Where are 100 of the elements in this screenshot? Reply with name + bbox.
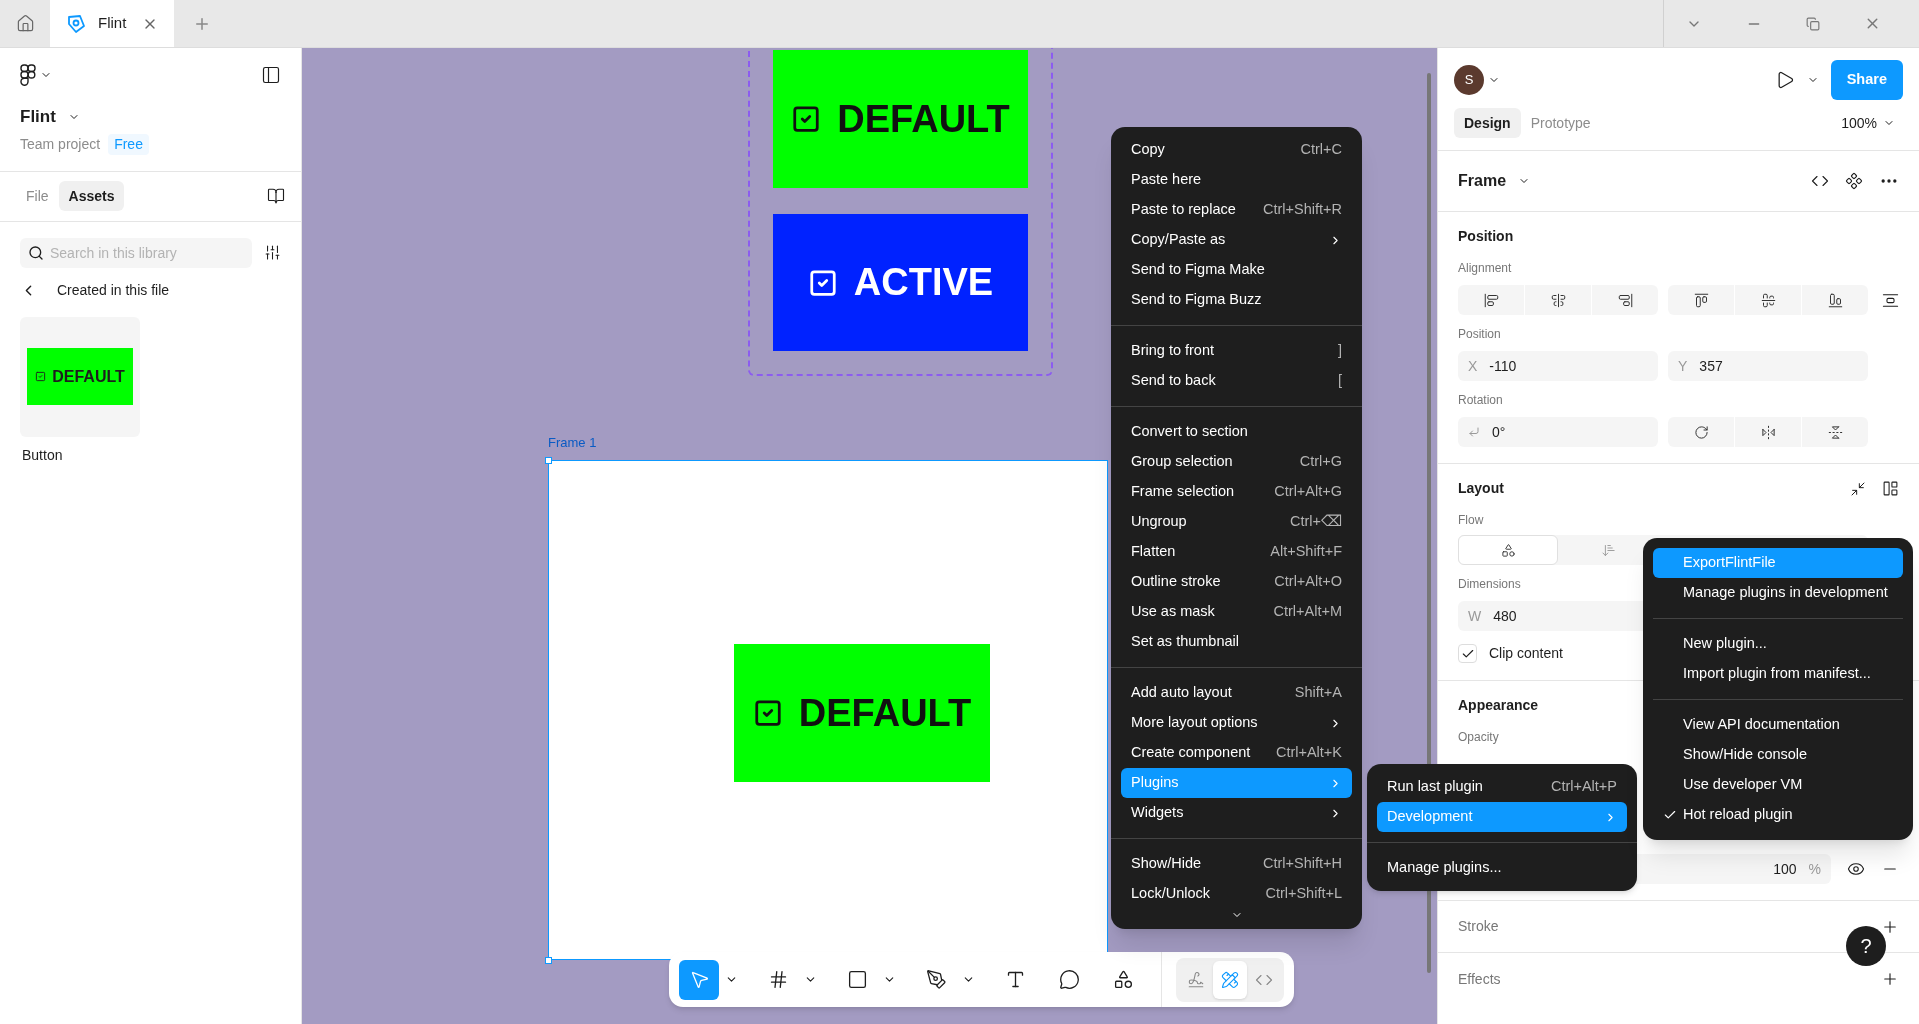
menu-item-label: Manage plugins in development xyxy=(1683,583,1888,603)
panel-tab[interactable]: File xyxy=(16,181,59,211)
menu-item[interactable]: Outline stroke Ctrl+Alt+O xyxy=(1121,567,1352,597)
button-label: DEFAULT xyxy=(798,690,972,736)
menu-item-label: Run last plugin xyxy=(1387,777,1483,797)
button-label: DEFAULT xyxy=(837,96,1010,142)
menu-item-label: ExportFlintFile xyxy=(1683,553,1776,573)
menu-item-label: Frame selection xyxy=(1131,482,1235,502)
menu-item[interactable]: Widgets xyxy=(1121,798,1352,828)
menu-item[interactable]: Frame selection Ctrl+Alt+G xyxy=(1121,477,1352,507)
menu-item[interactable]: Group selection Ctrl+G xyxy=(1121,447,1352,477)
menu-item[interactable]: Copy Ctrl+C xyxy=(1121,135,1352,165)
axis-label: W xyxy=(1468,606,1482,626)
y-field[interactable]: Y 357 xyxy=(1668,351,1868,381)
axis-label: Y xyxy=(1678,356,1688,376)
menu-item[interactable]: More layout options xyxy=(1121,708,1352,738)
menu-item-label: More layout options xyxy=(1131,713,1258,733)
rotation-field[interactable]: 0° xyxy=(1458,417,1658,447)
menu-item-label: Lock/Unlock xyxy=(1131,884,1210,904)
field-value: 100 xyxy=(1773,859,1797,879)
menu-item[interactable]: Convert to section xyxy=(1121,417,1352,447)
menu-item[interactable]: Add auto layout Shift+A xyxy=(1121,678,1352,708)
menu-item-label: Set as thumbnail xyxy=(1131,632,1239,652)
menu-item[interactable]: Use as mask Ctrl+Alt+M xyxy=(1121,597,1352,627)
field-label: Rotation xyxy=(1458,392,1503,409)
menu-item[interactable]: Bring to front ] xyxy=(1121,336,1352,366)
field-value: 357 xyxy=(1699,356,1723,376)
menu-item[interactable]: Copy/Paste as xyxy=(1121,225,1352,255)
search-field[interactable]: Search in this library xyxy=(20,237,252,268)
shortcut-text: Alt+Shift+F xyxy=(1270,542,1342,562)
menu-item-label: View API documentation xyxy=(1683,715,1840,735)
menu-item[interactable]: Run last plugin Ctrl+Alt+P xyxy=(1377,772,1627,802)
project-name[interactable]: Flint xyxy=(20,104,56,130)
avatar[interactable]: S xyxy=(1454,65,1484,95)
shortcut-text: Ctrl+G xyxy=(1299,452,1342,472)
axis-label: X xyxy=(1468,356,1478,376)
menu-item[interactable]: Show/Hide Ctrl+Shift+H xyxy=(1121,849,1352,879)
menu-item-label: Bring to front xyxy=(1131,341,1214,361)
menu-item-label: Hot reload plugin xyxy=(1683,805,1793,825)
section-title: Appearance xyxy=(1458,696,1539,715)
preview-label: DEFAULT xyxy=(52,366,125,387)
menu-item[interactable]: Send to Figma Make xyxy=(1121,255,1352,285)
selection-title[interactable]: Frame xyxy=(1458,169,1507,193)
shortcut-text: ] xyxy=(1337,341,1342,361)
shortcut-text: Ctrl+Shift+R xyxy=(1263,200,1342,220)
menu-item-label: Use as mask xyxy=(1131,602,1215,622)
unit-label: % xyxy=(1808,859,1821,879)
shortcut-text: Ctrl+Alt+K xyxy=(1275,743,1342,763)
shortcut-text: Ctrl+Alt+P xyxy=(1550,777,1617,797)
menu-item[interactable]: View API documentation xyxy=(1653,710,1903,740)
breadcrumb: Created in this file xyxy=(57,280,170,300)
menu-item-label: Development xyxy=(1387,807,1473,827)
shortcut-text: Ctrl+⌫ xyxy=(1289,512,1342,532)
menu-item[interactable]: Flatten Alt+Shift+F xyxy=(1121,537,1352,567)
menu-item-label: Widgets xyxy=(1131,803,1184,823)
menu-item[interactable]: Send to back [ xyxy=(1121,366,1352,396)
field-label: Opacity xyxy=(1458,729,1499,746)
menu-item[interactable]: New plugin... xyxy=(1653,629,1903,659)
menu-item[interactable]: Create component Ctrl+Alt+K xyxy=(1121,738,1352,768)
menu-item-label: Paste to replace xyxy=(1131,200,1236,220)
panel-tab[interactable]: Design xyxy=(1454,108,1521,138)
menu-item-label: Import plugin from manifest... xyxy=(1683,664,1871,684)
menu-item[interactable]: Set as thumbnail xyxy=(1121,627,1352,657)
x-field[interactable]: X -110 xyxy=(1458,351,1658,381)
shortcut-text: [ xyxy=(1337,371,1342,391)
menu-item-label: Paste here xyxy=(1131,170,1202,190)
document-tab[interactable]: Flint xyxy=(50,0,174,47)
menu-item[interactable]: Paste to replace Ctrl+Shift+R xyxy=(1121,195,1352,225)
menu-item[interactable]: Show/Hide console xyxy=(1653,740,1903,770)
frame-label: Frame 1 xyxy=(548,434,597,452)
menu-item[interactable]: Send to Figma Buzz xyxy=(1121,285,1352,315)
field-value: 480 xyxy=(1493,606,1517,626)
menu-item[interactable]: Hot reload plugin xyxy=(1653,800,1903,830)
menu-item-label: Outline stroke xyxy=(1131,572,1221,592)
asset-thumbnail[interactable]: DEFAULT xyxy=(20,316,140,437)
section-title: Stroke xyxy=(1458,917,1499,936)
menu-item[interactable]: Use developer VM xyxy=(1653,770,1903,800)
shortcut-text: Shift+A xyxy=(1294,683,1342,703)
shortcut-text: Ctrl+Alt+G xyxy=(1274,482,1342,502)
help-button[interactable]: ? xyxy=(1846,926,1886,966)
menu-item-label: Send to Figma Make xyxy=(1131,260,1265,280)
menu-item[interactable]: Paste here xyxy=(1121,165,1352,195)
field-label: Flow xyxy=(1458,512,1484,529)
asset-name: Button xyxy=(22,445,64,465)
menu-item-label: Create component xyxy=(1131,743,1251,763)
shortcut-text: Ctrl+Alt+O xyxy=(1274,572,1342,592)
shortcut-text: Ctrl+Shift+H xyxy=(1263,854,1342,874)
checkbox-label: Clip content xyxy=(1489,644,1563,663)
menu-item[interactable]: Lock/Unlock Ctrl+Shift+L xyxy=(1121,879,1352,909)
menu-item-label: Send to Figma Buzz xyxy=(1131,290,1262,310)
menu-item[interactable]: Import plugin from manifest... xyxy=(1653,659,1903,689)
shortcut-text: Ctrl+Shift+L xyxy=(1265,884,1342,904)
menu-item-label: Use developer VM xyxy=(1683,775,1803,795)
button-label: ACTIVE xyxy=(853,260,994,305)
panel-tab[interactable]: Assets xyxy=(58,181,125,211)
section-title: Layout xyxy=(1458,479,1504,498)
menu-item-label: Send to back xyxy=(1131,371,1216,391)
menu-item[interactable]: Ungroup Ctrl+⌫ xyxy=(1121,507,1352,537)
zoom-level[interactable]: 100% xyxy=(1841,112,1877,134)
menu-item-label: Flatten xyxy=(1131,542,1176,562)
